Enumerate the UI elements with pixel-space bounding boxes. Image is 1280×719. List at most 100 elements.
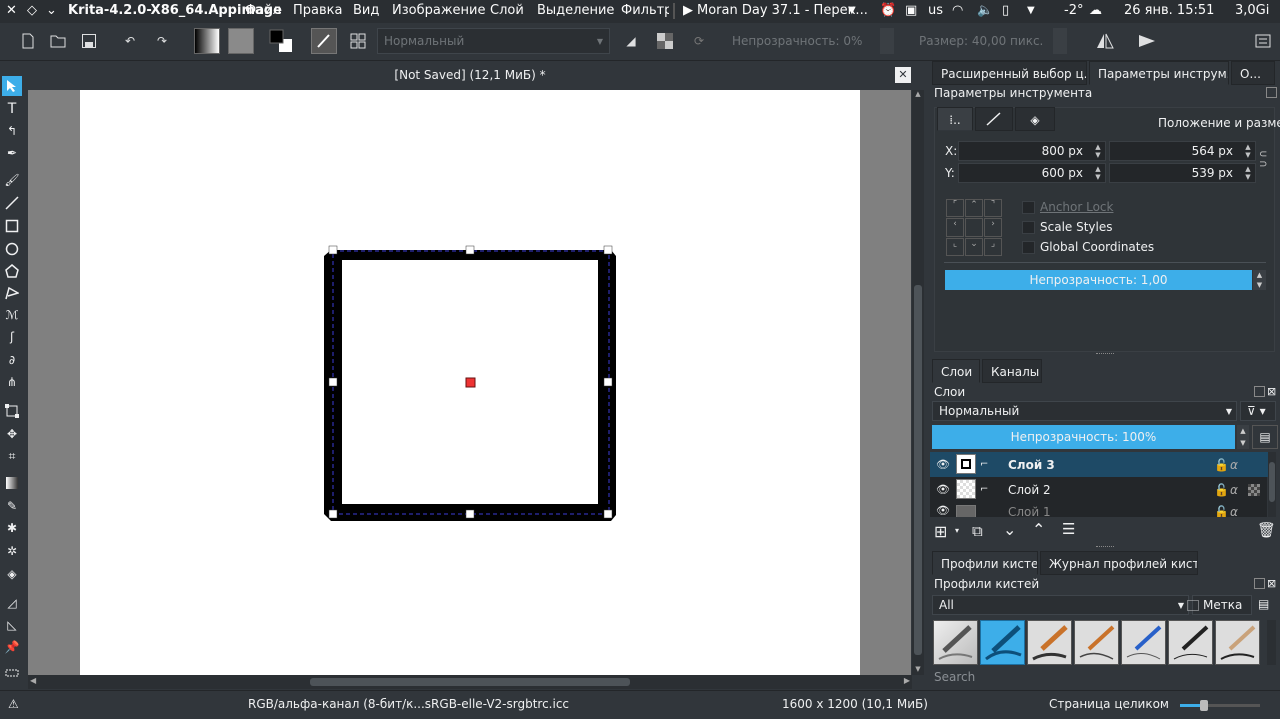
fg-bg-color-icon[interactable]	[268, 28, 294, 54]
brush-preset-5[interactable]	[1121, 620, 1166, 665]
spin-icon[interactable]: ▲ ▼	[1242, 165, 1254, 181]
anchor-bottom-right-icon[interactable]: ⌟	[984, 237, 1002, 256]
layer-blend-mode-select[interactable]: Нормальный ▼	[932, 401, 1237, 421]
volume-icon[interactable]: 🔈	[977, 3, 993, 18]
lock-icon[interactable]: 🔓	[1214, 458, 1229, 472]
brush-preset-icon[interactable]	[311, 28, 337, 54]
float-docker-icon[interactable]	[1254, 386, 1265, 397]
anchor-center[interactable]	[965, 218, 983, 237]
tab-fill[interactable]: ◈	[1015, 107, 1055, 131]
move-layer-down-icon[interactable]: ⌄	[1003, 520, 1016, 539]
brush-tag-filter-select[interactable]: All ▼	[932, 595, 1189, 615]
menu-layer[interactable]: Слой	[490, 3, 524, 18]
measure-tool-icon[interactable]: ◺	[2, 615, 22, 635]
zoom-slider[interactable]	[1180, 700, 1260, 711]
canvas-page[interactable]	[80, 90, 860, 675]
scroll-left-icon[interactable]: ◀	[30, 676, 36, 685]
brush-preset-6[interactable]	[1168, 620, 1213, 665]
tab-layers[interactable]: Слои	[932, 359, 980, 383]
size-field[interactable]: Размер: 40,00 пикс.	[913, 28, 1051, 54]
layer-name[interactable]: Слой 3	[1008, 458, 1055, 472]
tab-brush-presets[interactable]: Профили кистей	[932, 551, 1038, 575]
mirror-horizontal-icon[interactable]	[1092, 28, 1118, 54]
brush-tool-icon[interactable]: 🖌	[2, 170, 22, 190]
close-docker-icon[interactable]: ⊠	[1267, 577, 1276, 590]
brush-settings-grid-icon[interactable]	[345, 28, 371, 54]
select-shapes-tool-icon[interactable]	[2, 76, 22, 96]
media-title[interactable]: Moran Day 37.1 - Перек...	[697, 3, 868, 18]
add-layer-dropdown-icon[interactable]: ▾	[955, 526, 959, 535]
anchor-bottom-icon[interactable]: ⌄	[965, 237, 983, 256]
move-layer-up-icon[interactable]: ⌃	[1032, 520, 1045, 539]
lock-icon[interactable]: 🔓	[1214, 505, 1229, 517]
play-icon[interactable]: ▶	[683, 3, 693, 18]
window-menu-icon[interactable]: ◇	[27, 3, 37, 18]
eye-visible-icon[interactable]: 👁	[936, 504, 950, 517]
mirror-vertical-icon[interactable]	[1134, 28, 1160, 54]
width-input[interactable]: 564 px ▲ ▼	[1109, 141, 1256, 161]
horizontal-scroll-thumb[interactable]	[310, 678, 630, 686]
text-tool-icon[interactable]: T	[2, 99, 22, 119]
polygon-tool-icon[interactable]	[2, 261, 22, 281]
layer-name[interactable]: Слой 1	[1008, 505, 1051, 517]
gradient-tool-icon[interactable]	[2, 473, 22, 493]
vertical-scrollbar[interactable]: ▲ ▼	[912, 90, 924, 675]
brush-preset-7[interactable]	[1215, 620, 1260, 665]
color-picker-tool-icon[interactable]: ✎	[2, 496, 22, 516]
edit-shapes-tool-icon[interactable]: ↰	[2, 121, 22, 141]
rectangle-shape[interactable]	[80, 90, 860, 675]
duplicate-layer-icon[interactable]: ⧉	[972, 522, 983, 540]
brush-preset-1[interactable]	[933, 620, 978, 665]
lock-icon[interactable]: 🔓	[1214, 483, 1229, 497]
size-spin[interactable]	[1053, 28, 1067, 54]
layer-row-3[interactable]: 👁 ⌐ Слой 3 🔓 α	[930, 452, 1272, 477]
line-tool-icon[interactable]	[2, 193, 22, 213]
reload-preset-icon[interactable]: ⟳	[686, 28, 712, 54]
transform-tool-icon[interactable]	[2, 401, 22, 421]
brush-view-menu-icon[interactable]: ▤	[1258, 597, 1269, 611]
bezier-tool-icon[interactable]: ℳ	[2, 305, 22, 325]
scroll-up-icon[interactable]: ▲	[913, 90, 923, 100]
brush-preset-2[interactable]	[980, 620, 1025, 665]
layer-row-2[interactable]: 👁 ⌐ Слой 2 🔓 α	[930, 477, 1272, 502]
spin-icon[interactable]: ▲ ▼	[1242, 143, 1254, 159]
vertical-scroll-thumb[interactable]	[914, 285, 922, 655]
polyline-tool-icon[interactable]	[2, 283, 22, 303]
anchor-top-right-icon[interactable]: ⌝	[984, 199, 1002, 218]
anchor-right-icon[interactable]: ›	[984, 218, 1002, 237]
x-position-input[interactable]: 800 px ▲ ▼	[958, 141, 1106, 161]
scroll-down-icon[interactable]: ▼	[913, 665, 923, 675]
menu-select[interactable]: Выделение	[537, 3, 614, 18]
docker-menu-icon[interactable]	[1250, 28, 1276, 54]
colorize-mask-tool-icon[interactable]: ✲	[2, 541, 22, 561]
brush-search-input[interactable]: Search	[934, 670, 975, 684]
menu-view[interactable]: Вид	[353, 3, 379, 18]
selection-tool-icon[interactable]	[2, 663, 22, 683]
scale-styles-checkbox[interactable]	[1022, 221, 1035, 234]
fill-tool-icon[interactable]: ◈	[2, 564, 22, 584]
weather-icon[interactable]: ☁	[1089, 3, 1102, 18]
new-document-icon[interactable]	[15, 28, 41, 54]
layer-row-1[interactable]: 👁 Слой 1 🔓 α	[930, 502, 1272, 517]
calligraphy-tool-icon[interactable]: ✒	[2, 143, 22, 163]
horizontal-scrollbar[interactable]: ◀ ▶	[28, 675, 912, 689]
menu-image[interactable]: Изображение	[392, 3, 485, 18]
chain-link-icon[interactable]: ⊂ ⊃	[1259, 150, 1267, 170]
opacity-spin[interactable]	[880, 28, 894, 54]
eye-visible-icon[interactable]: 👁	[936, 483, 950, 496]
layer-filter-button[interactable]: ⊽ ▾	[1240, 401, 1276, 421]
add-layer-icon[interactable]: ⊞	[934, 522, 947, 541]
assistant-tool-icon[interactable]: ◿	[2, 593, 22, 613]
brush-preset-3[interactable]	[1027, 620, 1072, 665]
reference-tool-icon[interactable]: 📌	[2, 637, 22, 657]
layer-opacity-spin-icon[interactable]: ▲ ▼	[1237, 425, 1249, 449]
rectangle-tool-icon[interactable]	[2, 216, 22, 236]
close-docker-icon[interactable]: ⊠	[1267, 385, 1276, 398]
pattern-selector[interactable]	[228, 28, 254, 54]
menu-file[interactable]: Файл	[245, 3, 281, 18]
clipboard-icon[interactable]: ▣	[905, 3, 917, 18]
layer-properties-icon[interactable]: ▤	[1252, 425, 1278, 449]
float-docker-icon[interactable]	[1254, 578, 1265, 589]
tab-brush-history[interactable]: Журнал профилей кистей	[1040, 551, 1198, 575]
alpha-lock-icon[interactable]: α	[1230, 483, 1238, 497]
